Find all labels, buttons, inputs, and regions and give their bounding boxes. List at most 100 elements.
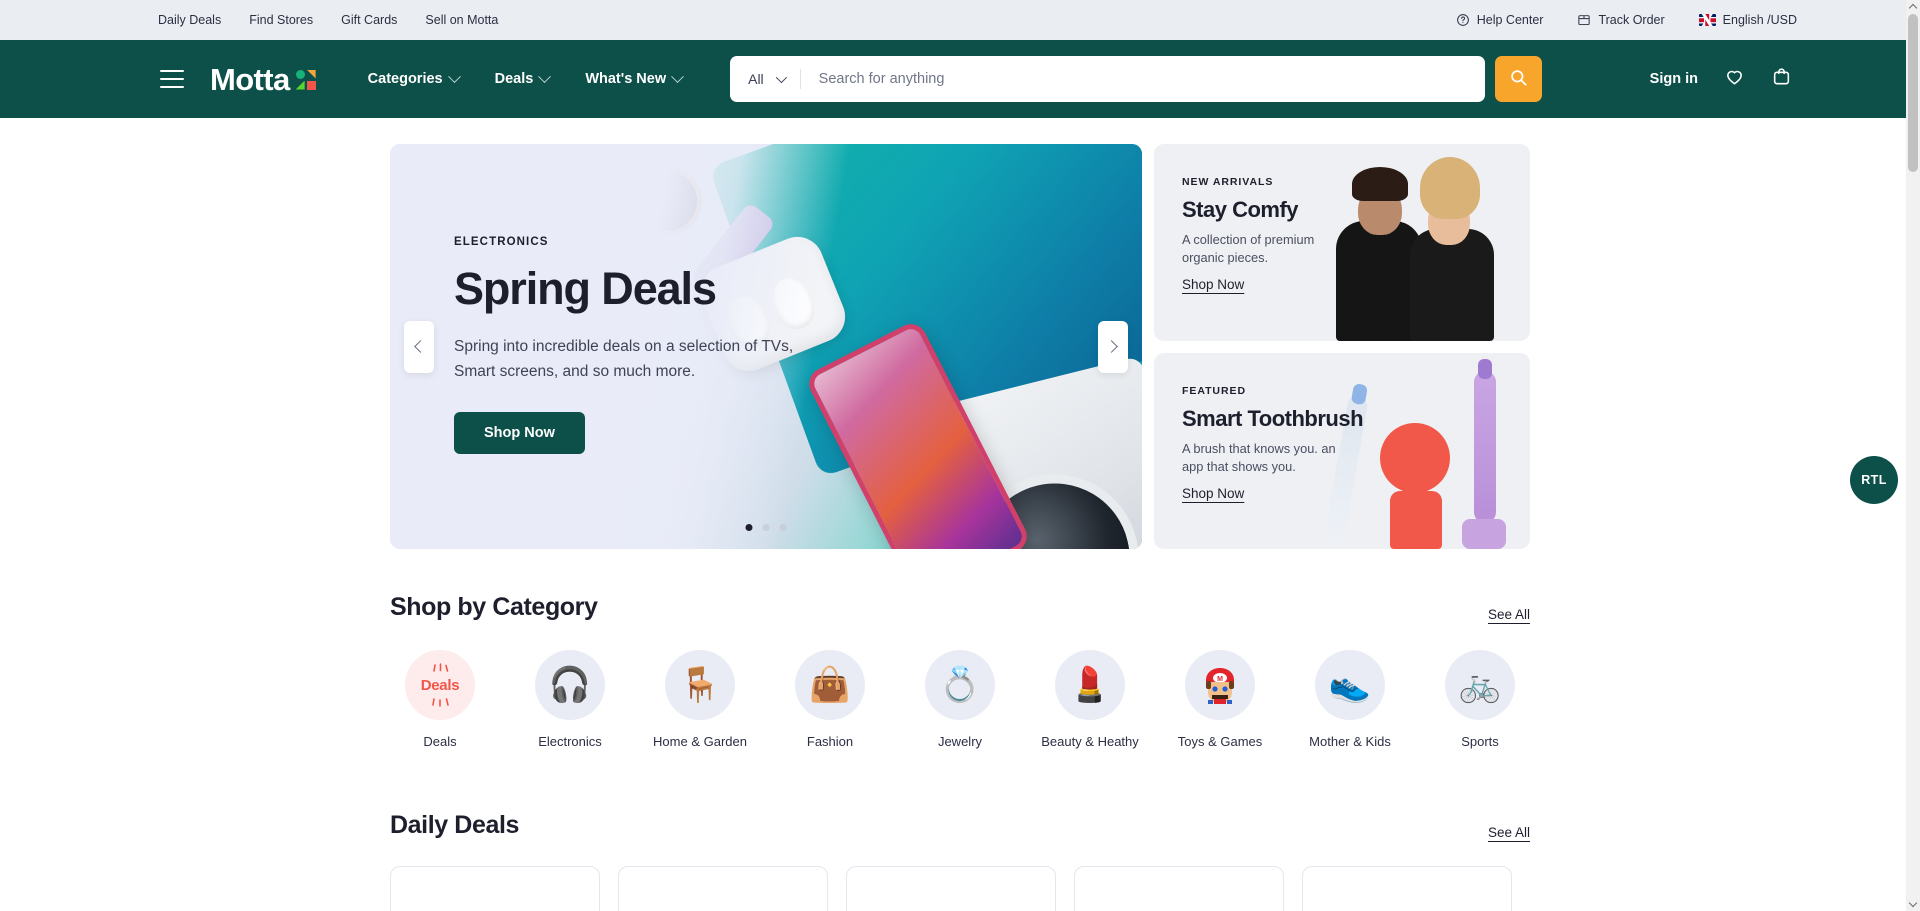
header-actions: Sign in bbox=[1650, 66, 1792, 92]
daily-see-all-link[interactable]: See All bbox=[1488, 825, 1530, 840]
cart-button[interactable] bbox=[1771, 66, 1792, 92]
topbar-link-daily-deals[interactable]: Daily Deals bbox=[158, 13, 221, 27]
track-order-link[interactable]: Track Order bbox=[1577, 13, 1665, 27]
category-label: Mother & Kids bbox=[1309, 734, 1391, 749]
search-box: All bbox=[730, 56, 1486, 102]
category-thumb: M bbox=[1185, 650, 1255, 720]
category-see-all-link[interactable]: See All bbox=[1488, 607, 1530, 622]
language-currency-selector[interactable]: English /USD bbox=[1698, 13, 1797, 27]
carousel-dots bbox=[745, 524, 787, 531]
product-card[interactable] bbox=[390, 866, 600, 911]
topbar-links: Daily Deals Find Stores Gift Cards Sell … bbox=[158, 13, 498, 27]
category-label: Home & Garden bbox=[653, 734, 747, 749]
carousel-dot-1[interactable] bbox=[745, 524, 753, 531]
uk-flag-icon bbox=[1698, 14, 1716, 26]
carousel-prev-button[interactable] bbox=[404, 320, 434, 373]
promo-copy: NEW ARRIVALS Stay Comfy A collection of … bbox=[1182, 176, 1342, 294]
category-thumb: 🎧 bbox=[535, 650, 605, 720]
baby-shoes-icon: 👟 bbox=[1328, 666, 1372, 704]
shopping-bag-icon bbox=[1771, 66, 1792, 92]
category-item-fashion[interactable]: 👜 Fashion bbox=[780, 650, 880, 749]
help-center-link[interactable]: Help Center bbox=[1456, 13, 1544, 27]
chevron-down-icon bbox=[538, 69, 552, 83]
chevron-down-icon bbox=[447, 69, 461, 83]
nav-item-categories[interactable]: Categories bbox=[367, 69, 461, 87]
category-item-mother-kids[interactable]: 👟 Mother & Kids bbox=[1300, 650, 1400, 749]
category-label: Toys & Games bbox=[1177, 734, 1263, 749]
question-circle-icon bbox=[1456, 13, 1470, 27]
search-scope-label: All bbox=[748, 71, 764, 87]
package-box-icon bbox=[1577, 13, 1591, 27]
sign-in-link[interactable]: Sign in bbox=[1650, 71, 1698, 87]
product-card[interactable] bbox=[1074, 866, 1284, 911]
promo-copy: FEATURED Smart Toothbrush A brush that k… bbox=[1182, 385, 1364, 503]
page-scrollbar[interactable] bbox=[1906, 0, 1920, 911]
nav-item-whats-new[interactable]: What's New bbox=[585, 69, 684, 87]
promo-title: Stay Comfy bbox=[1182, 197, 1299, 222]
category-item-jewelry[interactable]: 💍 Jewelry bbox=[910, 650, 1010, 749]
hero-shop-now-button[interactable]: Shop Now bbox=[454, 412, 585, 455]
hero-row: ELECTRONICS Spring Deals Spring into inc… bbox=[390, 118, 1530, 549]
category-item-beauty-healthy[interactable]: 💄 Beauty & Heathy bbox=[1040, 650, 1140, 749]
product-card[interactable] bbox=[618, 866, 828, 911]
product-card[interactable] bbox=[846, 866, 1056, 911]
category-item-toys-games[interactable]: M Toys & Games bbox=[1170, 650, 1270, 749]
product-card[interactable] bbox=[1302, 866, 1512, 911]
category-item-deals[interactable]: Deals Deals bbox=[390, 650, 490, 749]
wishlist-button[interactable] bbox=[1724, 66, 1745, 92]
page-root: Daily Deals Find Stores Gift Cards Sell … bbox=[0, 0, 1920, 911]
search-area: All bbox=[730, 56, 1543, 102]
category-item-sports[interactable]: 🚲 Sports bbox=[1430, 650, 1530, 749]
scrollbar-up-arrow[interactable] bbox=[1906, 0, 1920, 14]
topbar-link-sell-on-motta[interactable]: Sell on Motta bbox=[425, 13, 498, 27]
category-thumb: 👜 bbox=[795, 650, 865, 720]
track-order-label: Track Order bbox=[1598, 13, 1665, 27]
scrollbar-down-arrow[interactable] bbox=[1906, 897, 1920, 911]
category-label: Fashion bbox=[806, 734, 854, 749]
chevron-down-icon bbox=[671, 69, 684, 83]
daily-deals-section: Daily Deals See All bbox=[390, 811, 1530, 911]
category-item-home-garden[interactable]: 🪑 Home & Garden bbox=[650, 650, 750, 749]
heart-icon bbox=[1724, 66, 1745, 92]
promo-shop-now-link[interactable]: Shop Now bbox=[1182, 486, 1244, 501]
shop-by-category-section: Shop by Category See All Deals Deals 🎧 E… bbox=[390, 593, 1530, 749]
brand-logo[interactable]: Motta bbox=[210, 64, 316, 95]
primary-nav: Categories Deals What's New bbox=[367, 69, 684, 87]
topbar-link-find-stores[interactable]: Find Stores bbox=[249, 13, 313, 27]
search-submit-button[interactable] bbox=[1495, 56, 1543, 102]
hero-copy: ELECTRONICS Spring Deals Spring into inc… bbox=[454, 236, 794, 455]
brand-mark-icon bbox=[295, 69, 316, 90]
locale-label: English /USD bbox=[1722, 13, 1797, 27]
category-label: Jewelry bbox=[937, 734, 983, 749]
topbar-link-gift-cards[interactable]: Gift Cards bbox=[341, 13, 397, 27]
carousel-dot-2[interactable] bbox=[762, 524, 770, 531]
handbag-icon: 👜 bbox=[808, 666, 852, 704]
hamburger-menu-icon[interactable] bbox=[160, 70, 184, 88]
rtl-toggle-button[interactable]: RTL bbox=[1850, 456, 1898, 504]
nav-item-deals[interactable]: Deals bbox=[495, 69, 552, 87]
help-center-label: Help Center bbox=[1476, 13, 1544, 27]
nav-label-whats-new: What's New bbox=[585, 71, 667, 87]
category-thumb: 🚲 bbox=[1445, 650, 1515, 720]
promo-card-stay-comfy[interactable]: NEW ARRIVALS Stay Comfy A collection of … bbox=[1154, 144, 1530, 341]
chevron-down-icon bbox=[775, 71, 787, 84]
mario-figure-icon: M bbox=[1206, 668, 1234, 704]
search-input[interactable] bbox=[818, 71, 1482, 87]
category-item-electronics[interactable]: 🎧 Electronics bbox=[520, 650, 620, 749]
section-header: Daily Deals See All bbox=[390, 811, 1530, 840]
category-label: Sports bbox=[1461, 734, 1499, 749]
carousel-next-button[interactable] bbox=[1098, 320, 1128, 373]
promo-shop-now-link[interactable]: Shop Now bbox=[1182, 277, 1244, 292]
nav-label-categories: Categories bbox=[367, 71, 443, 87]
topbar-utilities: Help Center Track Order English /USD bbox=[1456, 13, 1797, 27]
scrollbar-thumb[interactable] bbox=[1908, 14, 1918, 172]
carousel-dot-3[interactable] bbox=[779, 524, 787, 531]
category-label: Electronics bbox=[538, 734, 602, 749]
search-scope-dropdown[interactable]: All bbox=[748, 71, 787, 87]
category-thumb: Deals bbox=[405, 650, 475, 720]
promo-card-smart-toothbrush[interactable]: FEATURED Smart Toothbrush A brush that k… bbox=[1154, 352, 1530, 549]
main-header: Motta Categories Deals What's New All Se… bbox=[0, 40, 1920, 118]
category-list: Deals Deals 🎧 Electronics 🪑 Home & Garde… bbox=[390, 650, 1530, 749]
search-icon bbox=[1509, 68, 1528, 90]
daily-deals-list bbox=[390, 866, 1530, 911]
